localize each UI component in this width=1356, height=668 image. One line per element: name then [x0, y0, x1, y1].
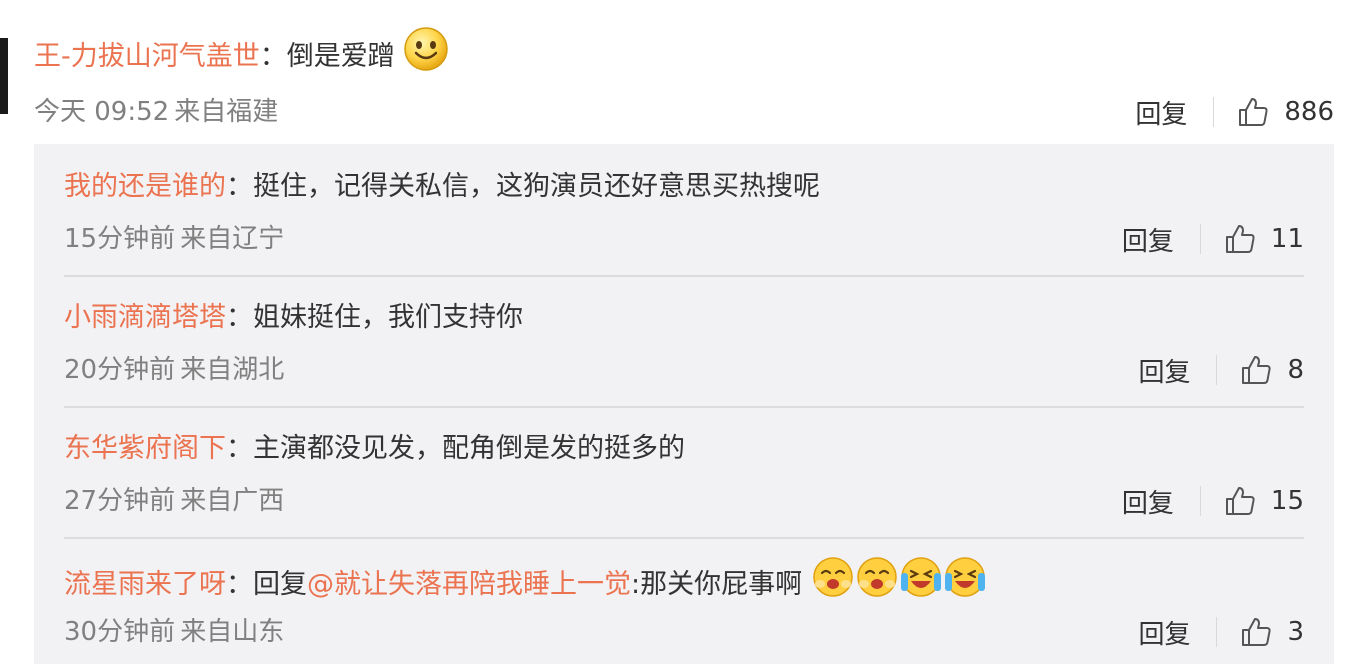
reply-actions: 回复 8	[1138, 347, 1304, 393]
divider	[1213, 97, 1215, 127]
reply-meta: 30分钟前 来自山东 回复 3	[64, 609, 1304, 655]
like-button[interactable]: 11	[1223, 222, 1304, 256]
separator: ：	[226, 433, 253, 464]
reply-content: 流星雨来了呀：回复@就让失落再陪我睡上一觉:那关你屁事啊	[64, 555, 987, 616]
reply-button[interactable]: 回复	[1138, 352, 1190, 389]
replies-panel: 我的还是谁的：挺住，记得关私信，这狗演员还好意思买热搜呢 15分钟前 来自辽宁 …	[34, 144, 1334, 664]
reply-text: 姐妹挺住，我们支持你	[253, 302, 523, 333]
thumbs-up-icon	[1239, 98, 1268, 126]
thumbs-up-icon	[1242, 618, 1272, 646]
thumbs-up-icon	[1242, 356, 1272, 384]
like-button[interactable]: 886	[1236, 95, 1334, 129]
reply-time: 15分钟前	[64, 224, 176, 254]
separator: ：	[226, 171, 253, 202]
reply-item: 我的还是谁的：挺住，记得关私信，这狗演员还好意思买热搜呢 15分钟前 来自辽宁 …	[64, 144, 1304, 275]
comment-source: 来自福建	[174, 97, 279, 127]
reply-time: 20分钟前	[64, 355, 176, 385]
reply-text: 主演都没见发，配角倒是发的挺多的	[253, 433, 685, 464]
comment-actions: 回复 886	[1135, 89, 1334, 135]
reply-text: :那关你屁事啊	[631, 569, 803, 600]
reply-item: 小雨滴滴塔塔：姐妹挺住，我们支持你 20分钟前 来自湖北 回复 8	[64, 275, 1304, 406]
reply-time: 30分钟前	[64, 617, 176, 647]
like-button[interactable]: 8	[1239, 353, 1304, 387]
separator: ：	[226, 302, 253, 333]
divider	[1216, 617, 1218, 647]
reply-content: 我的还是谁的：挺住，记得关私信，这狗演员还好意思买热搜呢	[64, 162, 820, 212]
reply-item: 流星雨来了呀：回复@就让失落再陪我睡上一觉:那关你屁事啊 30分钟前 来自山东 …	[64, 537, 1304, 668]
reply-content: 小雨滴滴塔塔：姐妹挺住，我们支持你	[64, 293, 523, 343]
separator: ：	[259, 41, 287, 72]
shocked-emoji-icon	[811, 555, 855, 616]
reply-item: 东华紫府阁下：主演都没见发，配角倒是发的挺多的 27分钟前 来自广西 回复 15	[64, 406, 1304, 537]
divider	[1216, 355, 1218, 385]
reply-button[interactable]: 回复	[1135, 94, 1187, 131]
like-count: 886	[1284, 97, 1334, 127]
avatar[interactable]	[0, 38, 8, 114]
username-link[interactable]: 东华紫府阁下	[64, 433, 226, 464]
divider	[1199, 224, 1201, 254]
reply-time: 27分钟前	[64, 486, 176, 516]
reply-actions: 回复 3	[1138, 609, 1304, 655]
laugh-cry-emoji-icon	[899, 555, 943, 616]
reply-source: 来自山东	[180, 617, 285, 647]
mention-link[interactable]: @就让失落再陪我睡上一觉	[307, 569, 631, 600]
comment-text: 倒是爱蹭	[286, 41, 395, 72]
reply-meta: 15分钟前 来自辽宁 回复 11	[64, 216, 1304, 262]
username-link[interactable]: 我的还是谁的	[64, 171, 226, 202]
separator: ：	[226, 569, 253, 600]
like-button[interactable]: 15	[1223, 484, 1304, 518]
thumbs-up-icon	[1225, 487, 1255, 515]
reply-text: 挺住，记得关私信，这狗演员还好意思买热搜呢	[253, 171, 820, 202]
reply-button[interactable]: 回复	[1122, 483, 1174, 520]
reply-button[interactable]: 回复	[1138, 614, 1190, 651]
reply-source: 来自湖北	[180, 355, 285, 385]
reply-source: 来自广西	[180, 486, 285, 516]
comment-time: 今天 09:52	[34, 97, 170, 127]
like-count: 15	[1270, 486, 1304, 516]
reply-meta: 27分钟前 来自广西 回复 15	[64, 478, 1304, 524]
reply-source: 来自辽宁	[180, 224, 285, 254]
top-comment: 王-力拔山河气盖世：倒是爱蹭 今天 09:52 来自福建 回复 886	[34, 26, 1334, 135]
reply-button[interactable]: 回复	[1122, 221, 1174, 258]
like-count: 3	[1287, 617, 1304, 647]
reply-prefix: 回复	[253, 569, 307, 600]
divider	[1199, 486, 1201, 516]
laugh-cry-emoji-icon	[943, 555, 987, 616]
thumbs-up-icon	[1225, 225, 1255, 253]
reply-content: 东华紫府阁下：主演都没见发，配角倒是发的挺多的	[64, 424, 685, 474]
username-link[interactable]: 王-力拔山河气盖世	[34, 41, 260, 72]
username-link[interactable]: 流星雨来了呀	[64, 569, 226, 600]
comment-content: 王-力拔山河气盖世：倒是爱蹭	[34, 26, 1334, 89]
shocked-emoji-icon	[855, 555, 899, 616]
comment-meta: 今天 09:52 来自福建 回复 886	[34, 89, 1334, 135]
reply-actions: 回复 11	[1122, 216, 1304, 262]
reply-meta: 20分钟前 来自湖北 回复 8	[64, 347, 1304, 393]
username-link[interactable]: 小雨滴滴塔塔	[64, 302, 226, 333]
like-count: 11	[1270, 224, 1304, 254]
smile-emoji-icon	[403, 26, 449, 89]
reply-actions: 回复 15	[1122, 478, 1304, 524]
like-button[interactable]: 3	[1239, 615, 1304, 649]
like-count: 8	[1287, 355, 1304, 385]
